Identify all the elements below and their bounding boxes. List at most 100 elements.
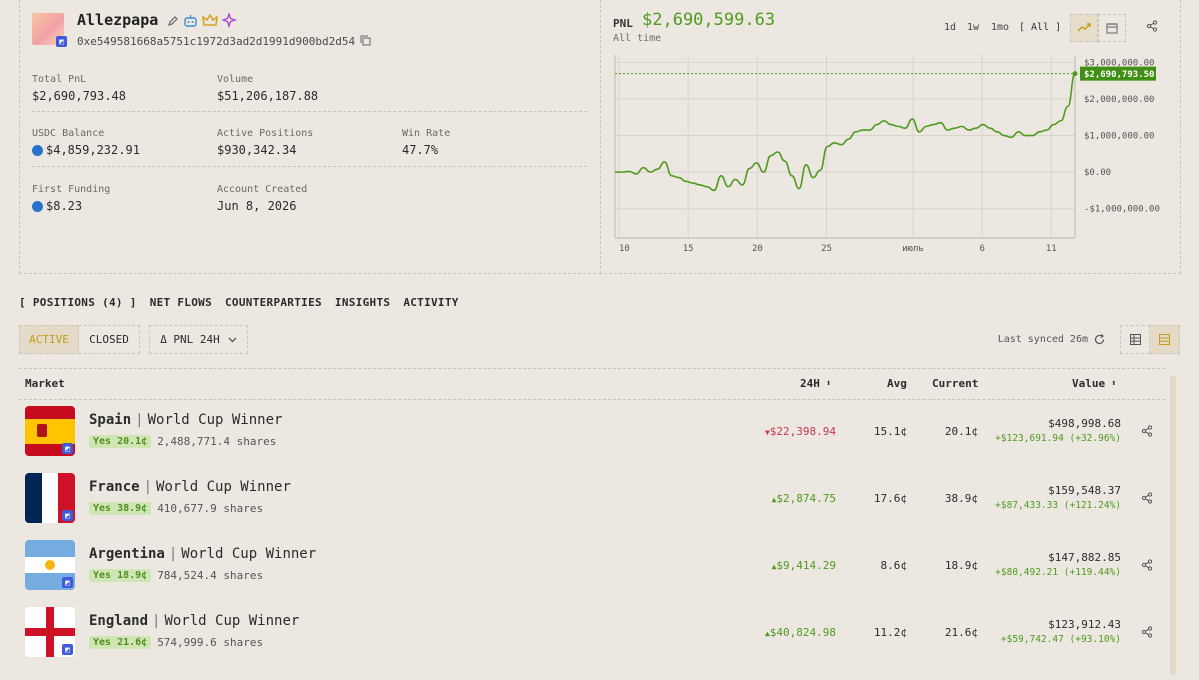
share-icon [1141,559,1153,571]
usdc-icon [32,200,43,212]
stat-total-pnl: Total PnL $2,690,793.48 [32,74,126,103]
outcome-pill: Yes 20.1¢ [89,435,152,448]
col-24h[interactable]: 24H ⬍ [800,377,831,390]
range-all[interactable]: [ All ] [1019,22,1061,33]
flag-france-icon: ◩ [25,473,75,523]
col-avg: Avg [887,377,907,390]
row-share-button[interactable] [1141,626,1153,641]
col-current: Current [932,377,979,390]
refresh-icon[interactable] [1094,334,1105,345]
shares: 410,677.9 shares [157,502,264,515]
pnl-series-line [615,72,1076,192]
table-row[interactable]: ◩ Spain | World Cup Winner Yes 20.1¢ 2,488,… [19,399,1164,465]
row-share-button[interactable] [1141,425,1153,440]
stat-volume: Volume $51,206,187.88 [217,74,319,103]
market-title[interactable]: France | World Cup Winner [89,479,291,495]
tab-positions[interactable]: [ POSITIONS (4) ] [19,296,137,309]
sync-status: Last synced 26m [998,334,1105,345]
pnl-label: PNL [613,17,633,30]
position-gain: +$87,433.33 (+121.24%) [995,500,1121,511]
stat-usdc-balance: USDC Balance $4,859,232.91 [32,128,140,157]
position-value: $498,998.68 +$123,691.94 (+32.96%) [995,417,1121,444]
stat-first-funding: First Funding $8.23 [32,184,111,213]
x-tick-label: 25 [821,244,832,254]
last-point [1072,71,1078,77]
polymarket-badge-icon: ◩ [62,510,73,521]
pnl-timeframe: All time [613,33,662,44]
avg-price: 8.6¢ [880,559,908,572]
pnl-value: $2,690,599.63 [642,10,776,30]
row-share-button[interactable] [1141,492,1153,507]
change-24h: ▲$40,824.98 [764,626,836,639]
calendar-icon [1106,23,1118,34]
calendar-button[interactable] [1098,14,1126,42]
market-title[interactable]: England | World Cup Winner [89,613,299,629]
share-icon [1141,626,1153,638]
y-tick-label: $1,000,000.00 [1084,132,1154,142]
range-1d[interactable]: 1d [944,22,956,33]
sort-icon: ⬍ [825,378,832,389]
position-gain: +$123,691.94 (+32.96%) [995,433,1121,444]
current-price: 20.1¢ [944,425,978,438]
row-share-button[interactable] [1141,559,1153,574]
x-tick-label: июль [902,244,924,254]
filter-closed[interactable]: CLOSED [79,325,140,354]
x-tick-label: 6 [979,244,984,254]
market-title[interactable]: Argentina | World Cup Winner [89,546,316,562]
tab-activity[interactable]: ACTIVITY [403,296,458,309]
tab-insights[interactable]: INSIGHTS [335,296,390,309]
list-view-button[interactable] [1150,325,1180,354]
table-row[interactable]: ◩ England | World Cup Winner Yes 21.6¢ 574,… [19,600,1164,666]
polymarket-badge-icon: ◩ [62,644,73,655]
flag-spain-icon: ◩ [25,406,75,456]
x-tick-label: 20 [752,244,763,254]
stat-active-positions: Active Positions $930,342.34 [217,128,314,157]
avg-price: 11.2¢ [873,626,907,639]
current-price: 21.6¢ [944,626,978,639]
edit-icon[interactable] [167,15,179,27]
section-tabs: [ POSITIONS (4) ] NET FLOWS COUNTERPARTI… [19,296,459,309]
position-value: $147,882.85 +$80,492.21 (+119.44%) [995,551,1121,578]
wallet-address: 0xe549581668a5751c1972d3ad2d1991d900bd2d… [77,35,356,48]
sparkle-icon [222,13,237,28]
flag-argentina-icon: ◩ [25,540,75,590]
tab-net-flows[interactable]: NET FLOWS [150,296,212,309]
table-row[interactable]: ◩ Argentina | World Cup Winner Yes 18.9¢ 78… [19,533,1164,599]
stat-win-rate: Win Rate 47.7% [402,128,451,157]
tab-counterparties[interactable]: COUNTERPARTIES [225,296,322,309]
market-title[interactable]: Spain | World Cup Winner [89,412,282,428]
position-value: $159,548.37 +$87,433.33 (+121.24%) [995,484,1121,511]
range-1mo[interactable]: 1mo [991,22,1009,33]
x-tick-label: 11 [1046,244,1057,254]
polymarket-badge-icon: ◩ [62,577,73,588]
table-row[interactable]: ◩ France | World Cup Winner Yes 38.9¢ 410,6… [19,466,1164,532]
outcome-pill: Yes 18.9¢ [89,569,152,582]
position-gain: +$59,742.47 (+93.10%) [1000,634,1121,645]
username: Allezpapa [77,11,159,29]
shares: 784,524.4 shares [157,569,264,582]
grid-view-button[interactable] [1120,325,1150,354]
filter-active[interactable]: ACTIVE [19,325,79,354]
polymarket-badge-icon: ◩ [62,443,73,454]
y-tick-label: -$1,000,000.00 [1084,205,1160,215]
current-value-tag-label: $2,690,793.50 [1084,70,1154,80]
shares: 2,488,771.4 shares [157,435,277,448]
line-chart-button[interactable] [1070,14,1098,42]
flag-england-icon: ◩ [25,607,75,657]
pnl-chart: $3,000,000.00$2,000,000.00$1,000,000.00$… [614,55,1160,254]
scrollbar[interactable] [1170,375,1176,675]
range-1w[interactable]: 1w [967,22,979,33]
position-gain: +$80,492.21 (+119.44%) [995,567,1121,578]
list-icon [1159,334,1170,345]
copy-icon[interactable] [360,35,371,46]
avg-price: 15.1¢ [873,425,907,438]
position-value: $123,912.43 +$59,742.47 (+93.10%) [1000,618,1121,645]
avg-price: 17.6¢ [873,492,907,505]
robot-icon [184,14,197,27]
grid-icon [1129,334,1141,345]
share-button[interactable] [1146,20,1158,35]
sort-dropdown[interactable]: Δ PNL 24H [149,325,248,354]
col-value[interactable]: Value ⬍ [1072,377,1117,390]
divider [19,368,1165,369]
stat-account-created: Account Created Jun 8, 2026 [217,184,308,213]
